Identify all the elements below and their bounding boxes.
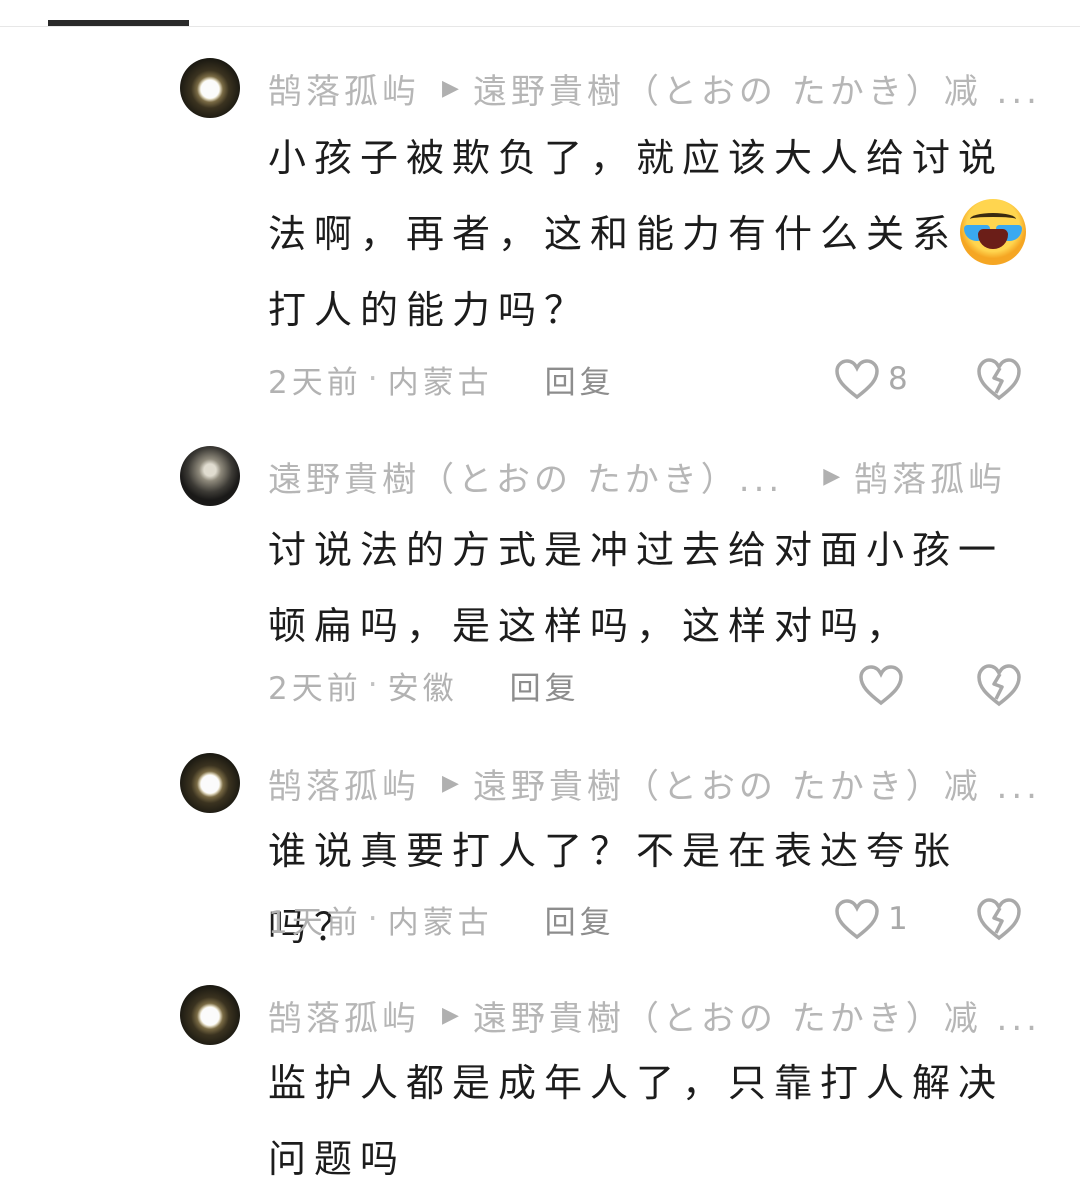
comment-meta: 2天前 · 内蒙古 回复 [268, 355, 615, 403]
author-name[interactable]: 遠野貴樹（とおの たかき）... [268, 452, 783, 501]
meta-separator: · [367, 361, 382, 397]
avatar[interactable] [180, 985, 240, 1045]
meta-separator: · [367, 667, 382, 703]
like-count: 1 [888, 901, 908, 937]
comment-meta: 2天前 · 安徽 回复 [268, 661, 580, 709]
broken-heart-icon [977, 664, 1021, 707]
comment-text-part: 打人的能力吗？ [268, 288, 591, 332]
like-count: 8 [888, 361, 908, 397]
play-arrow-icon: ▶ [823, 463, 841, 489]
comment-header: 鹄落孤屿 ▶ 遠野貴樹（とおの たかき）减 ... [268, 753, 1037, 813]
reply-button[interactable]: 回复 [510, 663, 580, 708]
author-name[interactable]: 鹄落孤屿 [268, 64, 420, 113]
reply-to-name[interactable]: 遠野貴樹（とおの たかき）减 ... [473, 991, 1041, 1040]
comment-location: 内蒙古 [387, 904, 493, 941]
comment-text[interactable]: 讨说法的方式是冲过去给对面小孩一顿扁吗，是这样吗，这样对吗， [268, 512, 1028, 664]
play-arrow-icon: ▶ [442, 75, 459, 101]
comment-text[interactable]: 小孩子被欺负了，就应该大人给讨说法啊，再者，这和能力有什么关系打人的能力吗？ [268, 120, 1028, 348]
avatar[interactable] [180, 446, 240, 506]
play-arrow-icon: ▶ [442, 1002, 459, 1028]
heart-outline-icon [835, 899, 879, 940]
broken-heart-icon [977, 358, 1021, 401]
heart-outline-icon [835, 359, 879, 400]
reply-button[interactable]: 回复 [545, 357, 615, 402]
dislike-button[interactable] [976, 663, 1022, 707]
comment-text-part: 小孩子被欺负了，就应该大人给讨说法啊，再者，这和能力有什么关系 [268, 136, 1005, 256]
comment-time: 2天前 [268, 670, 362, 707]
comment-text[interactable]: 监护人都是成年人了，只靠打人解决问题吗 [268, 1045, 1028, 1197]
avatar[interactable] [180, 753, 240, 813]
comment-header: 鹄落孤屿 ▶ 遠野貴樹（とおの たかき）减 ... [268, 58, 1037, 118]
comment-header: 鹄落孤屿 ▶ 遠野貴樹（とおの たかき）减 ... [268, 985, 1037, 1045]
dislike-button[interactable] [976, 897, 1022, 941]
comment-time: 2天前 [268, 364, 362, 401]
play-arrow-icon: ▶ [442, 770, 459, 796]
comment-header: 遠野貴樹（とおの たかき）... ▶ 鹄落孤屿 [268, 446, 1028, 506]
reply-button[interactable]: 回复 [545, 897, 615, 942]
broken-heart-icon [977, 898, 1021, 941]
like-button[interactable] [858, 661, 904, 709]
author-name[interactable]: 鹄落孤屿 [268, 991, 420, 1040]
avatar[interactable] [180, 58, 240, 118]
comment-location: 内蒙古 [387, 364, 493, 401]
dislike-button[interactable] [976, 357, 1022, 401]
comment-location: 安徽 [387, 670, 458, 707]
heart-outline-icon [859, 665, 903, 706]
comment-meta: 1天前 · 内蒙古 回复 [268, 895, 615, 943]
reply-to-name[interactable]: 鹄落孤屿 [854, 452, 1006, 501]
reply-to-name[interactable]: 遠野貴樹（とおの たかき）减 ... [473, 759, 1041, 808]
comment-text-part: 监护人都是成年人了，只靠打人解决问题吗 [268, 1061, 1005, 1181]
top-divider [0, 26, 1080, 27]
reply-to-name[interactable]: 遠野貴樹（とおの たかき）减 ... [473, 64, 1041, 113]
author-name[interactable]: 鹄落孤屿 [268, 759, 420, 808]
like-button[interactable]: 1 [834, 895, 908, 943]
comment-time: 1天前 [268, 904, 362, 941]
comment-text-part: 讨说法的方式是冲过去给对面小孩一顿扁吗，是这样吗，这样对吗， [268, 528, 1005, 648]
like-button[interactable]: 8 [834, 355, 908, 403]
laughing-crying-emoji-icon [960, 198, 1027, 265]
meta-separator: · [367, 901, 382, 937]
